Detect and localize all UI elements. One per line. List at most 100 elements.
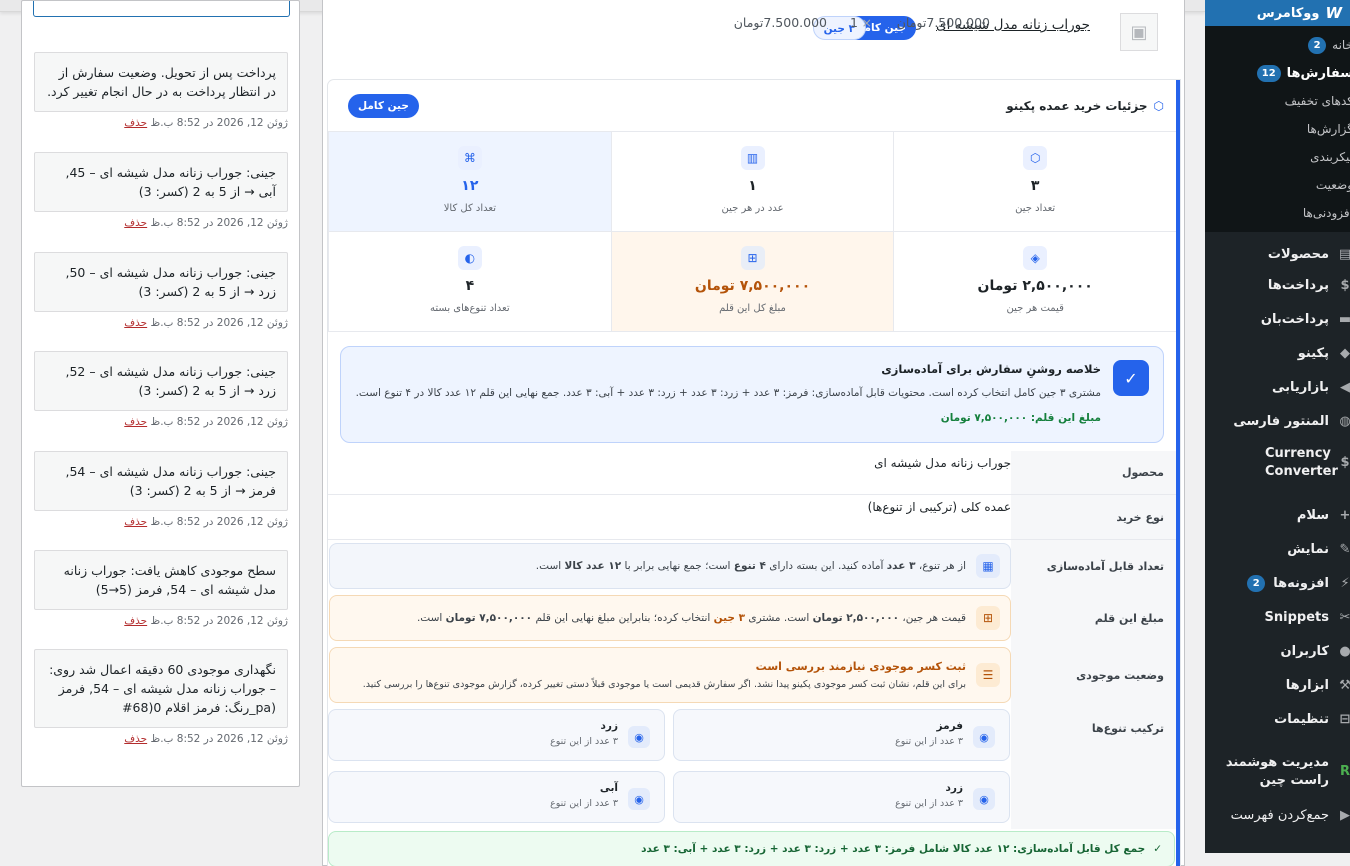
meta-key: ترکیب تنوع‌ها: [1011, 706, 1176, 829]
delete-note-link[interactable]: حذف: [124, 416, 147, 428]
database-icon: ☰: [976, 663, 1000, 687]
prep-total-bar: ✓ جمع کل قابل آماده‌سازی: ۱۲ عدد کالا شا…: [328, 831, 1175, 866]
stat-line-amount: ⊞ ۷,۵۰۰,۰۰۰ تومان مبلغ کل این قلم: [610, 232, 894, 332]
stat-label: تعداد تنوع‌های بسته: [430, 303, 510, 314]
order-note: سطح موجودی کاهش یافت: جوراب زنانه مدل شی…: [34, 550, 288, 627]
prep-count-text: از هر تنوع، ۳ عدد آماده کنید. این بسته د…: [535, 560, 966, 572]
orders-count-badge: 12: [1256, 64, 1281, 82]
menu-marketing[interactable]: ◀ بازاریابی: [1205, 370, 1350, 404]
clipboard-check-icon: ✓: [1113, 360, 1149, 396]
submenu-status[interactable]: وضعیت: [1205, 171, 1350, 199]
note-content: پرداخت پس از تحویل. وضعیت سفارش از در ان…: [34, 52, 288, 112]
submenu-coupons[interactable]: کدهای تخفیف: [1205, 87, 1350, 115]
menu-rtl-smart-manager[interactable]: R مدیریت هوشمند راست چین: [1205, 746, 1350, 798]
note-content: جینی: جوراب زنانه مدل شیشه ای – 50, زرد …: [34, 252, 288, 312]
map-pin-icon: ◉: [973, 788, 995, 810]
menu-appearance[interactable]: ✎ نمایش: [1205, 532, 1350, 566]
menu-payments[interactable]: $ پرداخت‌ها: [1205, 268, 1350, 302]
variant-qty: ۳ عدد از این تنوع: [550, 798, 618, 809]
delete-note-link[interactable]: حذف: [124, 317, 147, 329]
menu-woocommerce[interactable]: W ووکامرس: [1205, 0, 1350, 26]
menu-currency-converter[interactable]: Currency Converter $: [1205, 438, 1350, 488]
columns-icon: ▥: [740, 146, 765, 170]
variant-name: زرد: [600, 720, 618, 732]
delete-note-link[interactable]: حذف: [124, 217, 147, 229]
meta-row-prep-count: تعداد قابل آماده‌سازی ▦ از هر تنوع، ۳ عد…: [328, 540, 1176, 592]
check-icon: ✓: [1153, 843, 1162, 855]
variant-qty: ۳ عدد از این تنوع: [550, 736, 618, 747]
plus-icon: +: [1339, 507, 1350, 523]
note-input-edge[interactable]: [33, 1, 290, 17]
menu-tools[interactable]: ⚒ ابزارها: [1205, 668, 1350, 702]
stock-warning-text: برای این قلم، نشان ثبت کسر موجودی پکینو …: [362, 679, 966, 690]
menu-plugins[interactable]: ⚡ افزونه‌ها 2: [1205, 566, 1350, 600]
summary-title: خلاصه روشنِ سفارش برای آماده‌سازی: [881, 362, 1101, 376]
variant-card: ◉ آبی ۳ عدد از این تنوع: [328, 771, 665, 823]
variant-card: ◉ فرمز ۳ عدد از این تنوع: [673, 709, 1010, 761]
note-meta: ژوئن 12, 2026 در 8:52 ب.ظ حذف: [34, 217, 288, 229]
megaphone-icon: ◀: [1340, 379, 1350, 395]
menu-elementor[interactable]: ◍ المنتور فارسی: [1205, 404, 1350, 438]
quantity: 1: [850, 15, 858, 30]
stat-label: تعداد کل کالا: [443, 203, 496, 214]
menu-payban[interactable]: ▬ پرداخت‌بان: [1205, 302, 1350, 336]
woocommerce-submenu: خانه 2 سفارش‌ها 12 کدهای تخفیف گزارش‌ها پی…: [1205, 26, 1350, 232]
note-date: ژوئن 12, 2026 در 8:52 ب.ظ: [150, 615, 289, 627]
note-content: جینی: جوراب زنانه مدل شیشه ای – 52, زرد …: [34, 351, 288, 411]
menu-products[interactable]: ▤ محصولات: [1205, 240, 1350, 268]
user-icon: ●: [1339, 643, 1350, 659]
stat-price-per-dozen: ◈ ۲,۵۰۰,۰۰۰ تومان قیمت هر جین: [893, 232, 1176, 332]
submenu-home[interactable]: خانه 2: [1205, 31, 1350, 59]
palette-icon: ◐: [457, 246, 482, 270]
dollar-icon: $: [1340, 277, 1350, 293]
menu-settings[interactable]: ⊟ تنظیمات: [1205, 702, 1350, 736]
note-meta: ژوئن 12, 2026 در 8:52 ب.ظ حذف: [34, 416, 288, 428]
bulk-details-title: ⬡ جزئیات خرید عمده پکینو: [1006, 99, 1164, 113]
note-meta: ژوئن 12, 2026 در 8:52 ب.ظ حذف: [34, 733, 288, 745]
note-date: ژوئن 12, 2026 در 8:52 ب.ظ: [150, 516, 289, 528]
meta-row-purchase-type: نوع خرید عمده کلی (ترکیبی از تنوع‌ها): [328, 495, 1176, 540]
elementor-icon: ◍: [1339, 413, 1350, 429]
delete-note-link[interactable]: حذف: [124, 615, 147, 627]
variant-card: ◉ زرد ۳ عدد از این تنوع: [328, 709, 665, 761]
stat-value: ۲,۵۰۰,۰۰۰ تومان: [977, 278, 1093, 294]
collapse-arrow-icon: ▶: [1340, 807, 1350, 823]
rtl-logo-icon: R: [1340, 764, 1350, 779]
admin-sidebar: W ووکامرس خانه 2 سفارش‌ها 12 کدهای تخفیف گ…: [1205, 0, 1350, 853]
order-note: جینی: جوراب زنانه مدل شیشه ای – 52, زرد …: [34, 351, 288, 428]
plug-icon: ⚡: [1340, 575, 1350, 591]
submenu-orders[interactable]: سفارش‌ها 12: [1205, 59, 1350, 87]
meta-row-product: محصول جوراب زنانه مدل شیشه ای: [328, 451, 1176, 495]
menu-salam[interactable]: + سلام: [1205, 498, 1350, 532]
delete-note-link[interactable]: حذف: [124, 516, 147, 528]
collapse-menu-button[interactable]: ▶ جمع‌کردن فهرست: [1205, 798, 1350, 832]
delete-note-link[interactable]: حذف: [124, 733, 147, 745]
variant-qty: ۳ عدد از این تنوع: [895, 736, 963, 747]
delete-note-link[interactable]: حذف: [124, 117, 147, 129]
menu-pakino[interactable]: ◆ پکینو: [1205, 336, 1350, 370]
stat-value: ۱۲: [461, 178, 479, 194]
submenu-extensions[interactable]: افزودنی‌ها: [1205, 199, 1350, 227]
variant-qty: ۳ عدد از این تنوع: [895, 798, 963, 809]
meta-row-amount: مبلغ این قلم ⊞ قیمت هر جین، ۲,۵۰۰,۰۰۰ تو…: [328, 592, 1176, 644]
stat-total-items: ⌘ ۱۲ تعداد کل کالا: [328, 132, 611, 232]
note-meta: ژوئن 12, 2026 در 8:52 ب.ظ حذف: [34, 615, 288, 627]
plugins-count-badge: 2: [1247, 574, 1266, 592]
submenu-reports[interactable]: گزارش‌ها: [1205, 115, 1350, 143]
submenu-settings[interactable]: پیکربندی: [1205, 143, 1350, 171]
bulk-details-header: ⬡ جزئیات خرید عمده پکینو جین کامل: [328, 80, 1176, 132]
menu-users[interactable]: ● کاربران: [1205, 634, 1350, 668]
stats-grid: ⬡ ۳ تعداد جین ▥ ۱ عدد در هر جین ⌘ ۱۲ تعد…: [328, 132, 1176, 332]
stat-value: ۳: [1030, 178, 1040, 194]
note-content: سطح موجودی کاهش یافت: جوراب زنانه مدل شی…: [34, 550, 288, 610]
times-sign: ×: [861, 15, 872, 30]
menu-snippets[interactable]: ✂ Snippets: [1205, 600, 1350, 634]
calendar-grid-icon: ▦: [976, 554, 1000, 578]
variant-card: ◉ زرد ۳ عدد از این تنوع: [673, 771, 1010, 823]
stock-warning-callout: ☰ ثبت کسر موجودی نیازمند بررسی است برای …: [329, 647, 1011, 703]
box-icon: ⬡: [1023, 146, 1048, 170]
prep-count-callout: ▦ از هر تنوع، ۳ عدد آماده کنید. این بسته…: [329, 543, 1011, 589]
order-items-panel: ▣ جوراب زنانه مدل شیشه ای جین کامل ۳ جین…: [322, 0, 1185, 866]
scissors-icon: ✂: [1339, 609, 1350, 625]
bulk-purchase-details: ⬡ جزئیات خرید عمده پکینو جین کامل ⬡ ۳ تع…: [328, 80, 1180, 866]
